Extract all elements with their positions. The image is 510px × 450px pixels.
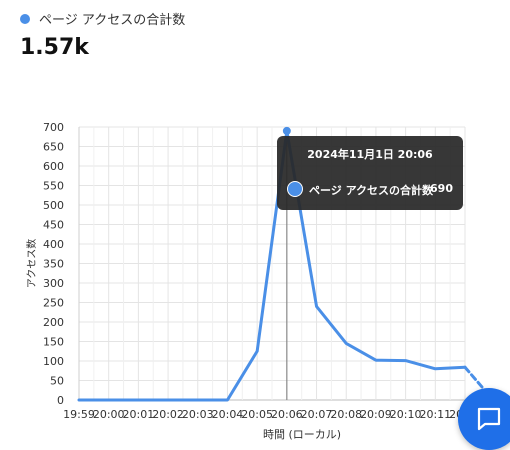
- y-tick-label: 350: [43, 258, 64, 271]
- x-tick-label: 20:02: [152, 408, 184, 421]
- tooltip-value: 690: [430, 182, 453, 195]
- y-tick-label: 150: [43, 336, 64, 349]
- x-tick-label: 19:59: [63, 408, 95, 421]
- tooltip-series-label: ページ アクセスの合計数: [309, 184, 434, 197]
- x-tick-label: 20:05: [241, 408, 273, 421]
- x-tick-label: 20:09: [360, 408, 392, 421]
- x-tick-label: 20:04: [212, 408, 244, 421]
- y-tick-label: 300: [43, 277, 64, 290]
- y-tick-label: 600: [43, 160, 64, 173]
- x-axis-title: 時間 (ローカル): [263, 428, 341, 441]
- y-axis-title: アクセス数: [25, 239, 38, 289]
- y-tick-label: 550: [43, 180, 64, 193]
- x-tick-label: 20:01: [123, 408, 155, 421]
- y-tick-label: 400: [43, 238, 64, 251]
- x-tick-label: 20:00: [93, 408, 125, 421]
- y-tick-label: 650: [43, 141, 64, 154]
- x-tick-label: 20:10: [390, 408, 422, 421]
- x-tick-label: 20:08: [330, 408, 362, 421]
- tooltip-date: 2024年11月1日 20:06: [307, 148, 433, 161]
- x-tick-label: 20:03: [182, 408, 214, 421]
- y-tick-label: 0: [57, 394, 64, 407]
- y-tick-label: 100: [43, 355, 64, 368]
- y-tick-label: 200: [43, 316, 64, 329]
- y-tick-label: 450: [43, 219, 64, 232]
- line-chart[interactable]: 0 50 100 150 200 250 300 350 400 450 500 550 600 650 7…: [0, 0, 510, 445]
- chart-tooltip: 2024年11月1日 20:06 ページ アクセスの合計数 690: [277, 136, 463, 210]
- y-tick-label: 500: [43, 199, 64, 212]
- tooltip-series-dot: [287, 181, 303, 197]
- chat-bubble-icon: [477, 407, 501, 431]
- x-tick-label: 20:07: [301, 408, 333, 421]
- x-tick-label: 20:06: [271, 408, 303, 421]
- y-tick-label: 250: [43, 297, 64, 310]
- y-tick-label: 700: [43, 121, 64, 134]
- x-tick-label: 20:11: [419, 408, 451, 421]
- y-tick-label: 50: [50, 375, 64, 388]
- highlighted-data-point: [282, 126, 291, 135]
